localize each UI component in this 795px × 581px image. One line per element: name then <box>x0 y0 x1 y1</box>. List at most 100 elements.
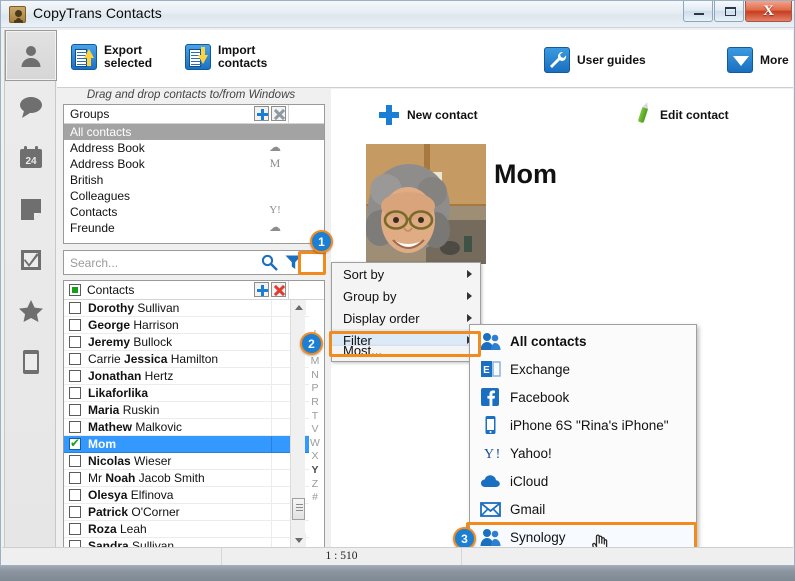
contact-row[interactable]: Mathew Malkovic <box>64 419 309 436</box>
scrollbar-thumb[interactable] <box>292 498 305 520</box>
alphabet-index-letter[interactable]: P <box>311 382 318 396</box>
contact-row[interactable]: Carrie Jessica Hamilton <box>64 351 309 368</box>
sidebar-item-device[interactable] <box>5 336 57 387</box>
contacts-list[interactable]: Dorothy Sullivan George Harrison Jeremy Bu… <box>64 300 309 548</box>
contact-checkbox[interactable] <box>69 370 81 382</box>
contact-row[interactable]: George Harrison <box>64 317 309 334</box>
edit-contact-button[interactable]: Edit contact <box>636 105 729 125</box>
close-button[interactable]: X <box>745 1 792 22</box>
alphabet-index-letter[interactable]: Y <box>311 464 318 478</box>
scroll-down-arrow[interactable] <box>291 533 306 548</box>
group-service-icon: ☁ <box>269 140 281 154</box>
sidebar-item-tasks[interactable] <box>5 234 57 285</box>
sidebar-item-favorites[interactable] <box>5 285 57 336</box>
filter-submenu-item[interactable]: E Exchange <box>470 355 696 383</box>
filter-submenu-item[interactable]: iPhone 6S "Rina's iPhone" <box>470 411 696 439</box>
alphabet-index-letter[interactable]: V <box>311 423 318 437</box>
contact-checkbox[interactable] <box>69 319 81 331</box>
contact-checkbox[interactable] <box>69 506 81 518</box>
group-row[interactable]: Address Book ☁ <box>64 140 324 156</box>
filter-submenu-item[interactable]: Facebook <box>470 383 696 411</box>
contact-row[interactable]: Mom <box>64 436 309 453</box>
filter-submenu-item[interactable]: Y! Yahoo! <box>470 439 696 467</box>
contact-row[interactable]: Patrick O'Corner <box>64 504 309 521</box>
context-menu-item[interactable]: Group by <box>332 285 480 307</box>
import-contacts-button[interactable]: Import contacts <box>185 44 267 70</box>
minimize-button[interactable] <box>683 1 713 22</box>
alphabet-index-letter[interactable]: X <box>311 450 318 464</box>
export-selected-button[interactable]: Export selected <box>71 44 152 70</box>
groups-panel: Groups All contacts Address Book ☁ Address … <box>63 104 325 244</box>
add-contact-button[interactable] <box>254 282 269 297</box>
contact-name-label: Maria Ruskin <box>88 403 160 417</box>
filter-context-menu[interactable]: Sort by Group by Display order Filter <box>331 262 481 352</box>
alphabet-index-letter[interactable]: M <box>311 355 320 369</box>
contact-row[interactable]: Jonathan Hertz <box>64 368 309 385</box>
app-root: CopyTrans Contacts X 24 Export selected … <box>0 0 795 581</box>
contact-checkbox[interactable] <box>69 436 81 450</box>
filter-submenu-item-label: Exchange <box>510 361 571 377</box>
contact-checkbox[interactable] <box>69 302 81 314</box>
contact-row[interactable]: Olesya Elfinova <box>64 487 309 504</box>
filter-submenu-item[interactable]: iCloud <box>470 467 696 495</box>
contact-checkbox[interactable] <box>69 336 81 348</box>
select-all-checkbox[interactable] <box>69 284 81 296</box>
delete-contact-button[interactable] <box>271 282 286 297</box>
sidebar-item-notes[interactable] <box>5 183 57 234</box>
contact-row[interactable]: Dorothy Sullivan <box>64 300 309 317</box>
contact-name-label: Mr Noah Jacob Smith <box>88 471 205 485</box>
exchange-icon: E <box>480 359 501 379</box>
alphabet-index-letter[interactable]: R <box>311 396 319 410</box>
context-menu-item[interactable]: Sort by <box>332 263 480 285</box>
new-contact-button[interactable]: New contact <box>379 105 478 125</box>
group-row[interactable]: Colleagues <box>64 188 324 204</box>
contact-checkbox[interactable] <box>69 489 81 501</box>
iphone-icon <box>480 415 501 435</box>
group-row[interactable]: Contacts Y! <box>64 204 324 220</box>
context-menu-item[interactable]: Display order <box>332 307 480 329</box>
contact-row[interactable]: Maria Ruskin <box>64 402 309 419</box>
add-group-button[interactable] <box>254 106 269 121</box>
contact-row[interactable]: Likaforlika <box>64 385 309 402</box>
filter-button[interactable] <box>280 252 306 273</box>
contact-row[interactable]: Jeremy Bullock <box>64 334 309 351</box>
contact-checkbox[interactable] <box>69 455 81 467</box>
contact-checkbox[interactable] <box>69 387 81 399</box>
search-input[interactable] <box>68 254 268 271</box>
contact-checkbox[interactable] <box>69 421 81 433</box>
scroll-up-arrow[interactable] <box>291 300 306 315</box>
maximize-button[interactable] <box>714 1 744 22</box>
alphabet-index-letter[interactable]: N <box>311 369 319 383</box>
filter-submenu-item[interactable]: Gmail <box>470 495 696 523</box>
contact-row[interactable]: Mr Noah Jacob Smith <box>64 470 309 487</box>
alphabet-index-letter[interactable]: T <box>312 410 318 424</box>
contacts-panel: Contacts Dorothy Sullivan George Harrison… <box>63 280 325 548</box>
filter-submenu-item[interactable]: All contacts <box>470 327 696 355</box>
group-row[interactable]: All contacts <box>64 124 324 140</box>
user-guides-label: User guides <box>577 52 646 67</box>
search-icon[interactable] <box>261 254 278 271</box>
title-bar[interactable]: CopyTrans Contacts X <box>1 1 794 28</box>
contact-checkbox[interactable] <box>69 523 81 535</box>
sidebar-item-contacts[interactable] <box>5 30 57 81</box>
alphabet-index-letter[interactable]: Z <box>312 478 318 492</box>
sidebar-item-messages[interactable] <box>5 81 57 132</box>
contact-checkbox[interactable] <box>69 404 81 416</box>
contact-checkbox[interactable] <box>69 472 81 484</box>
sidebar-item-calendar[interactable]: 24 <box>5 132 57 183</box>
person-badge-icon <box>9 6 26 23</box>
contact-row[interactable]: Roza Leah <box>64 521 309 538</box>
user-guides-button[interactable]: User guides <box>544 47 646 73</box>
more-button[interactable]: More <box>727 47 789 73</box>
filter-submenu-item-label: iPhone 6S "Rina's iPhone" <box>510 417 669 433</box>
alphabet-index-letter[interactable]: W <box>310 437 320 451</box>
contact-row[interactable]: Nicolas Wieser <box>64 453 309 470</box>
group-row[interactable]: Freunde ☁ <box>64 220 324 236</box>
group-row[interactable]: British <box>64 172 324 188</box>
context-menu-clipped-item[interactable]: Most... <box>331 346 481 362</box>
contact-checkbox[interactable] <box>69 353 81 365</box>
filter-submenu[interactable]: All contacts E Exchange Facebook iPhone 6S "… <box>469 324 697 552</box>
remove-group-button[interactable] <box>271 106 286 121</box>
alphabet-index-letter[interactable]: # <box>312 491 318 505</box>
group-row[interactable]: Address Book M <box>64 156 324 172</box>
